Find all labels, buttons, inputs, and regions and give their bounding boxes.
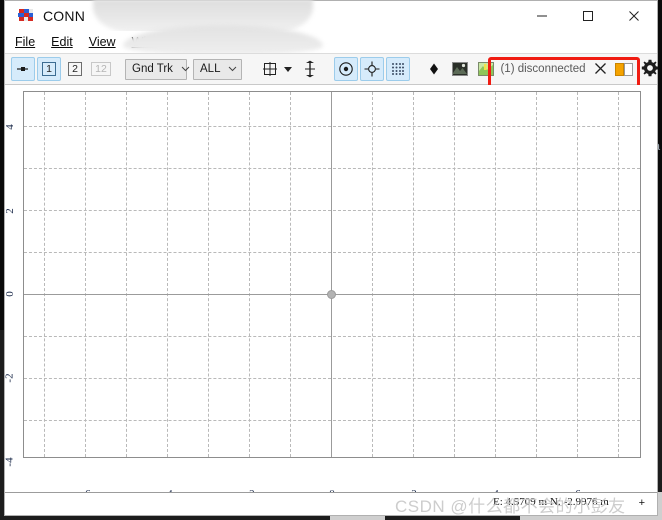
menu-bar: File Edit View Window	[5, 25, 657, 55]
menu-item-edit-label: Edit	[51, 35, 73, 49]
mode-combo-value: Gnd Trk	[132, 63, 173, 75]
target-icon[interactable]	[334, 57, 359, 81]
cursor-coordinates: E: 4.5709 m N: -2.9976 m	[493, 496, 609, 508]
view-2-label: 2	[68, 62, 82, 76]
menu-item-view-label: View	[88, 35, 116, 49]
y-tick-label: 4	[5, 124, 16, 130]
y-axis-line	[331, 92, 332, 457]
menu-item-edit[interactable]: Edit	[51, 31, 73, 53]
connection-led-indicator[interactable]	[614, 62, 633, 76]
view-2-button[interactable]: 2	[63, 57, 87, 81]
window-title: CONN	[43, 8, 86, 24]
connection-status-group: (1) disconnected	[500, 59, 662, 79]
photo-icon[interactable]	[448, 57, 472, 81]
y-tick-label: -4	[5, 457, 16, 467]
crosshair-dropdown-arrow[interactable]	[284, 65, 293, 74]
menu-item-view[interactable]: View	[89, 31, 116, 53]
y-tick-label: 2	[5, 208, 16, 214]
chevron-down-icon	[220, 64, 237, 74]
crosshair-box-icon[interactable]	[258, 57, 282, 81]
mode-combo[interactable]: Gnd Trk	[125, 58, 190, 80]
maximize-button[interactable]	[565, 1, 611, 31]
view-12-button[interactable]: 12	[89, 57, 113, 81]
application-window: CONN File Edit View Window	[4, 0, 658, 516]
point-marker-button[interactable]	[11, 57, 35, 81]
close-button[interactable]	[611, 1, 657, 31]
plot-area[interactable]: 1 m -6 -4 -2 0 2 4 6 4 2 0 -2 -4	[5, 85, 657, 492]
connection-close-icon[interactable]	[594, 62, 607, 77]
map-icon[interactable]	[474, 57, 498, 81]
status-bar: E: 4.5709 m N: -2.9976 m +	[5, 492, 657, 515]
menu-item-file-label: File	[15, 35, 36, 49]
diamond-icon[interactable]	[422, 57, 446, 81]
led-on	[614, 62, 624, 76]
menu-item-file[interactable]: File	[15, 31, 35, 53]
y-tick-label: 0	[5, 291, 16, 297]
app-icon	[17, 8, 35, 24]
filter-combo-value: ALL	[200, 63, 221, 75]
dot-grid-icon[interactable]	[386, 57, 411, 81]
center-crosshair-icon[interactable]	[360, 57, 385, 81]
gear-icon[interactable]	[641, 59, 661, 79]
window-controls	[519, 1, 657, 31]
minimize-button[interactable]	[519, 1, 565, 31]
led-off	[623, 62, 633, 76]
vertical-scale-icon[interactable]	[298, 57, 322, 81]
chevron-down-icon	[173, 64, 190, 74]
plot-frame[interactable]: 1 m	[23, 91, 641, 458]
filter-combo[interactable]: ALL	[193, 58, 243, 80]
y-tick-label: -2	[5, 373, 16, 383]
view-1-button[interactable]: 1	[37, 57, 61, 81]
view-1-label: 1	[42, 62, 56, 76]
origin-marker	[327, 290, 336, 299]
toolbar: 1 2 12 Gnd Trk ALL (1) disconnected	[5, 53, 658, 90]
title-bar: CONN	[5, 0, 657, 33]
plot-grid	[24, 92, 640, 457]
view-12-label: 12	[91, 62, 111, 76]
status-plus-icon[interactable]: +	[639, 497, 645, 509]
connection-status-text: (1) disconnected	[500, 63, 586, 75]
